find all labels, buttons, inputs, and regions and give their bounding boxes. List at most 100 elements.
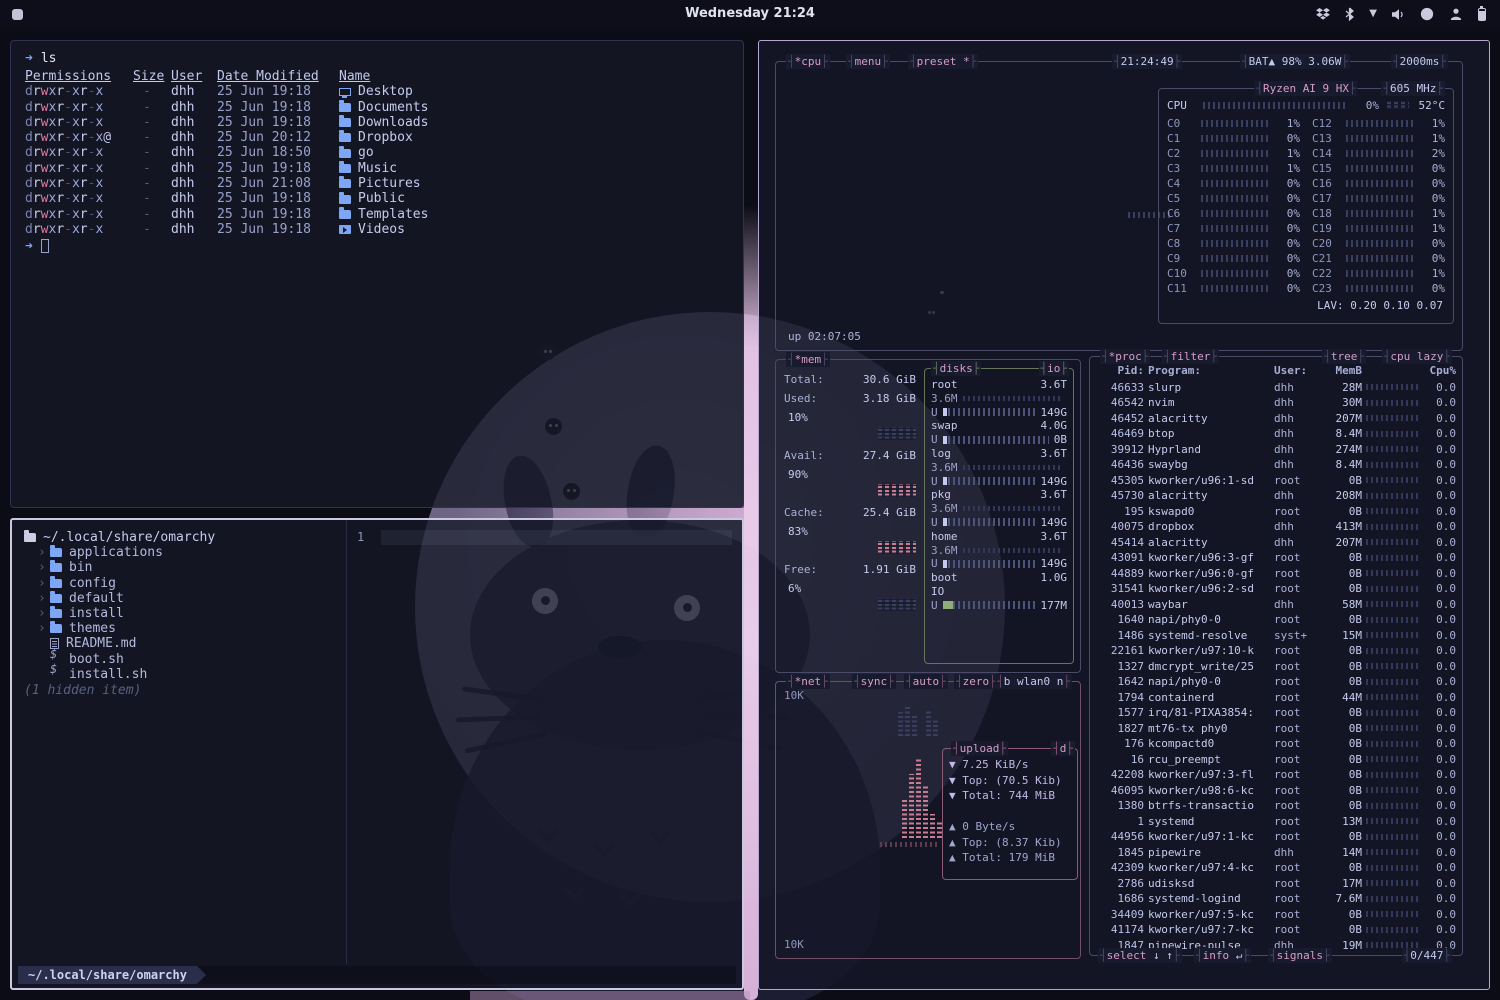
core-row: C17 0% [1312, 191, 1445, 206]
tree-item[interactable]: › bin [24, 560, 334, 575]
process-row[interactable]: 34409 kworker/u97:5-kc root 0B 0.0 [1098, 907, 1454, 923]
signals-action[interactable]: signals [1268, 948, 1332, 963]
process-row[interactable]: 46469 btop dhh 8.4M 0.0 [1098, 426, 1454, 442]
file-type-icon [339, 179, 351, 188]
process-row[interactable]: 46436 swaybg dhh 8.4M 0.0 [1098, 457, 1454, 473]
net-auto-toggle[interactable]: auto [904, 674, 948, 689]
process-row[interactable]: 44889 kworker/u96:0-gf root 0B 0.0 [1098, 566, 1454, 582]
process-row[interactable]: 195 kswapd0 root 0B 0.0 [1098, 504, 1454, 520]
file-manager-window[interactable]: ~/.local/share/omarchy › applications › … [10, 518, 744, 990]
proc-header-mem[interactable]: MemB [1322, 363, 1362, 378]
bluetooth-icon[interactable] [1345, 7, 1354, 21]
file-owner: dhh [171, 145, 217, 160]
mem-stat-percent: 90% [784, 465, 924, 484]
tree-item[interactable]: › default [24, 591, 334, 606]
process-row[interactable]: 1327 dmcrypt_write/25 root 0B 0.0 [1098, 659, 1454, 675]
process-row[interactable]: 1845 pipewire dhh 14M 0.0 [1098, 845, 1454, 861]
process-mem: 0B [1322, 767, 1362, 782]
process-row[interactable]: 1794 containerd root 44M 0.0 [1098, 690, 1454, 706]
menu-button[interactable]: menu [846, 54, 890, 69]
preset-button[interactable]: preset * [908, 54, 978, 69]
status-path[interactable]: ~/.local/share/omarchy [18, 966, 197, 984]
tree-item[interactable]: $ boot.sh [24, 652, 334, 667]
process-row[interactable]: 2786 udisksd root 17M 0.0 [1098, 876, 1454, 892]
process-row[interactable]: 45414 alacritty dhh 207M 0.0 [1098, 535, 1454, 551]
wifi-icon[interactable]: ▼ [1369, 9, 1377, 19]
process-row[interactable]: 46452 alacritty dhh 207M 0.0 [1098, 411, 1454, 427]
process-row[interactable]: 22161 kworker/u97:10-k root 0B 0.0 [1098, 643, 1454, 659]
account-icon[interactable] [1449, 7, 1463, 21]
upload-speed: ▲ 0 Byte/s [949, 819, 1071, 835]
net-zero-toggle[interactable]: zero [954, 674, 998, 689]
dropbox-icon[interactable] [1316, 8, 1330, 21]
tree-root-row[interactable]: ~/.local/share/omarchy [24, 530, 334, 545]
filter-button[interactable]: filter [1162, 349, 1219, 364]
process-meter [1366, 803, 1420, 809]
process-row[interactable]: 42208 kworker/u97:3-fl root 0B 0.0 [1098, 767, 1454, 783]
process-meter [1366, 818, 1420, 824]
process-row[interactable]: 39912 Hyprland dhh 274M 0.0 [1098, 442, 1454, 458]
proc-header-pid[interactable]: Pid: [1098, 363, 1144, 378]
file-name-cell: Videos [339, 222, 729, 237]
preview-pane[interactable]: 1 [346, 520, 742, 964]
process-name: pipewire [1148, 845, 1270, 860]
process-row[interactable]: 44956 kworker/u97:1-kc root 0B 0.0 [1098, 829, 1454, 845]
tree-item[interactable]: › themes [24, 621, 334, 636]
process-row[interactable]: 1 systemd root 13M 0.0 [1098, 814, 1454, 830]
terminal-cursor[interactable] [41, 239, 49, 253]
system-tray: ▼ [1316, 0, 1486, 28]
process-row[interactable]: 43091 kworker/u96:3-gf root 0B 0.0 [1098, 550, 1454, 566]
process-row[interactable]: 41174 kworker/u97:7-kc root 0B 0.0 [1098, 922, 1454, 938]
core-meter [1201, 165, 1270, 172]
globe-icon[interactable] [1420, 7, 1434, 21]
disk-row-left: U [931, 405, 938, 420]
process-row[interactable]: 1486 systemd-resolve syst+ 15M 0.0 [1098, 628, 1454, 644]
io-mode-toggle[interactable]: io [1039, 361, 1070, 376]
process-row[interactable]: 1577 irq/81-PIXA3854: root 0B 0.0 [1098, 705, 1454, 721]
tree-item[interactable]: › applications [24, 545, 334, 560]
process-name: irq/81-PIXA3854: [1148, 705, 1270, 720]
sort-mode[interactable]: cpu lazy [1382, 349, 1452, 364]
process-row[interactable]: 1380 btrfs-transactio root 0B 0.0 [1098, 798, 1454, 814]
proc-header-cpu[interactable]: Cpu% [1426, 363, 1456, 378]
process-row[interactable]: 46633 slurp dhh 28M 0.0 [1098, 380, 1454, 396]
tree-item[interactable]: › install [24, 606, 334, 621]
battery-icon[interactable] [1478, 8, 1486, 21]
process-row[interactable]: 45730 alacritty dhh 208M 0.0 [1098, 488, 1454, 504]
proc-header-user[interactable]: User: [1274, 363, 1318, 378]
net-interface[interactable]: b wlan0 n [995, 674, 1072, 689]
volume-icon[interactable] [1392, 8, 1405, 21]
process-row[interactable]: 40075 dropbox dhh 413M 0.0 [1098, 519, 1454, 535]
proc-header-program[interactable]: Program: [1148, 363, 1270, 378]
process-row[interactable]: 42309 kworker/u97:4-kc root 0B 0.0 [1098, 860, 1454, 876]
info-action[interactable]: info ↵ [1194, 948, 1251, 963]
ls-row: drwxr-xr-x - dhh 25 Jun 19:18 Music [25, 161, 729, 176]
process-row[interactable]: 40013 waybar dhh 58M 0.0 [1098, 597, 1454, 613]
process-row[interactable]: 46095 kworker/u98:6-kc root 0B 0.0 [1098, 783, 1454, 799]
process-row[interactable]: 1686 systemd-logind root 7.6M 0.0 [1098, 891, 1454, 907]
disk-row-left: 3.6M [931, 391, 958, 406]
tree-item[interactable]: README.md [24, 636, 334, 651]
terminal-window[interactable]: ➜ ls Permissions Size User Date Modified… [10, 40, 744, 508]
file-name: Documents [358, 100, 428, 115]
process-row[interactable]: 45305 kworker/u96:1-sd root 0B 0.0 [1098, 473, 1454, 489]
process-row[interactable]: 46542 nvim dhh 30M 0.0 [1098, 395, 1454, 411]
tree-item[interactable]: › config [24, 576, 334, 591]
net-stats-key[interactable]: d [1051, 741, 1075, 756]
file-name: Videos [358, 222, 405, 237]
tree-item[interactable]: $ install.sh [24, 667, 334, 682]
process-row[interactable]: 16 rcu_preempt root 0B 0.0 [1098, 752, 1454, 768]
select-action[interactable]: select ↓ ↑ [1098, 948, 1182, 963]
core-row: C2 1% [1167, 146, 1300, 161]
net-sync-toggle[interactable]: sync [852, 674, 896, 689]
btop-window[interactable]: *cpu menu preset * 21:24:49 BAT▲ 98% 3.0… [758, 40, 1490, 990]
process-row[interactable]: 1640 napi/phy0-0 root 0B 0.0 [1098, 612, 1454, 628]
process-cpu: 0.0 [1426, 566, 1456, 581]
process-row[interactable]: 176 kcompactd0 root 0B 0.0 [1098, 736, 1454, 752]
tree-toggle[interactable]: tree [1322, 349, 1366, 364]
process-row[interactable]: 1642 napi/phy0-0 root 0B 0.0 [1098, 674, 1454, 690]
process-row[interactable]: 1827 mt76-tx phy0 root 0B 0.0 [1098, 721, 1454, 737]
update-interval[interactable]: 2000ms [1391, 54, 1448, 69]
process-row[interactable]: 31541 kworker/u96:2-sd root 0B 0.0 [1098, 581, 1454, 597]
core-percent: 0% [1276, 251, 1300, 266]
